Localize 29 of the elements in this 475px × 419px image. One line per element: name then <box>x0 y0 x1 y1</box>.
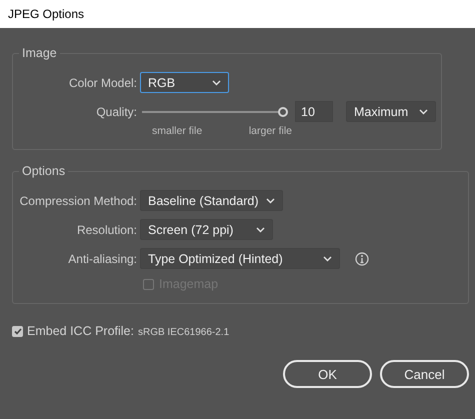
field-label: Color Model: <box>68 76 137 90</box>
group-title: Options <box>21 164 66 178</box>
window-title: JPEG Options <box>0 0 475 28</box>
field-label: Compression Method: <box>18 194 137 208</box>
dialog-button[interactable]: OK <box>283 360 372 388</box>
field-label: Quality: <box>95 104 137 118</box>
dropdown[interactable]: RGB <box>140 72 229 93</box>
group-title: Image <box>21 46 58 60</box>
number-field[interactable]: 10 <box>295 101 333 122</box>
field-label: Resolution: <box>76 222 137 236</box>
field-label: Anti-aliasing: <box>67 252 137 266</box>
chevron-down-icon <box>256 226 265 232</box>
dropdown[interactable]: Screen (72 ppi) <box>140 219 273 240</box>
dropdown[interactable]: Maximum <box>346 101 436 122</box>
dropdown[interactable]: Baseline (Standard) <box>140 190 283 211</box>
slider-hint: smaller file <box>152 125 202 137</box>
dialog-button[interactable]: Cancel <box>380 360 469 388</box>
slider[interactable] <box>140 104 288 118</box>
chevron-down-icon <box>212 80 221 86</box>
dropdown[interactable]: Type Optimized (Hinted) <box>140 248 340 269</box>
chevron-down-icon <box>323 256 332 262</box>
info-icon[interactable] <box>355 252 369 266</box>
chevron-down-icon <box>266 198 275 204</box>
checkbox-label: Embed ICC Profile: <box>27 324 134 338</box>
slider-thumb[interactable] <box>278 106 288 116</box>
checkbox[interactable] <box>12 326 23 337</box>
chevron-down-icon <box>419 108 428 114</box>
slider-hint: larger file <box>248 125 292 137</box>
profile-name: sRGB IEC61966-2.1 <box>138 327 230 338</box>
